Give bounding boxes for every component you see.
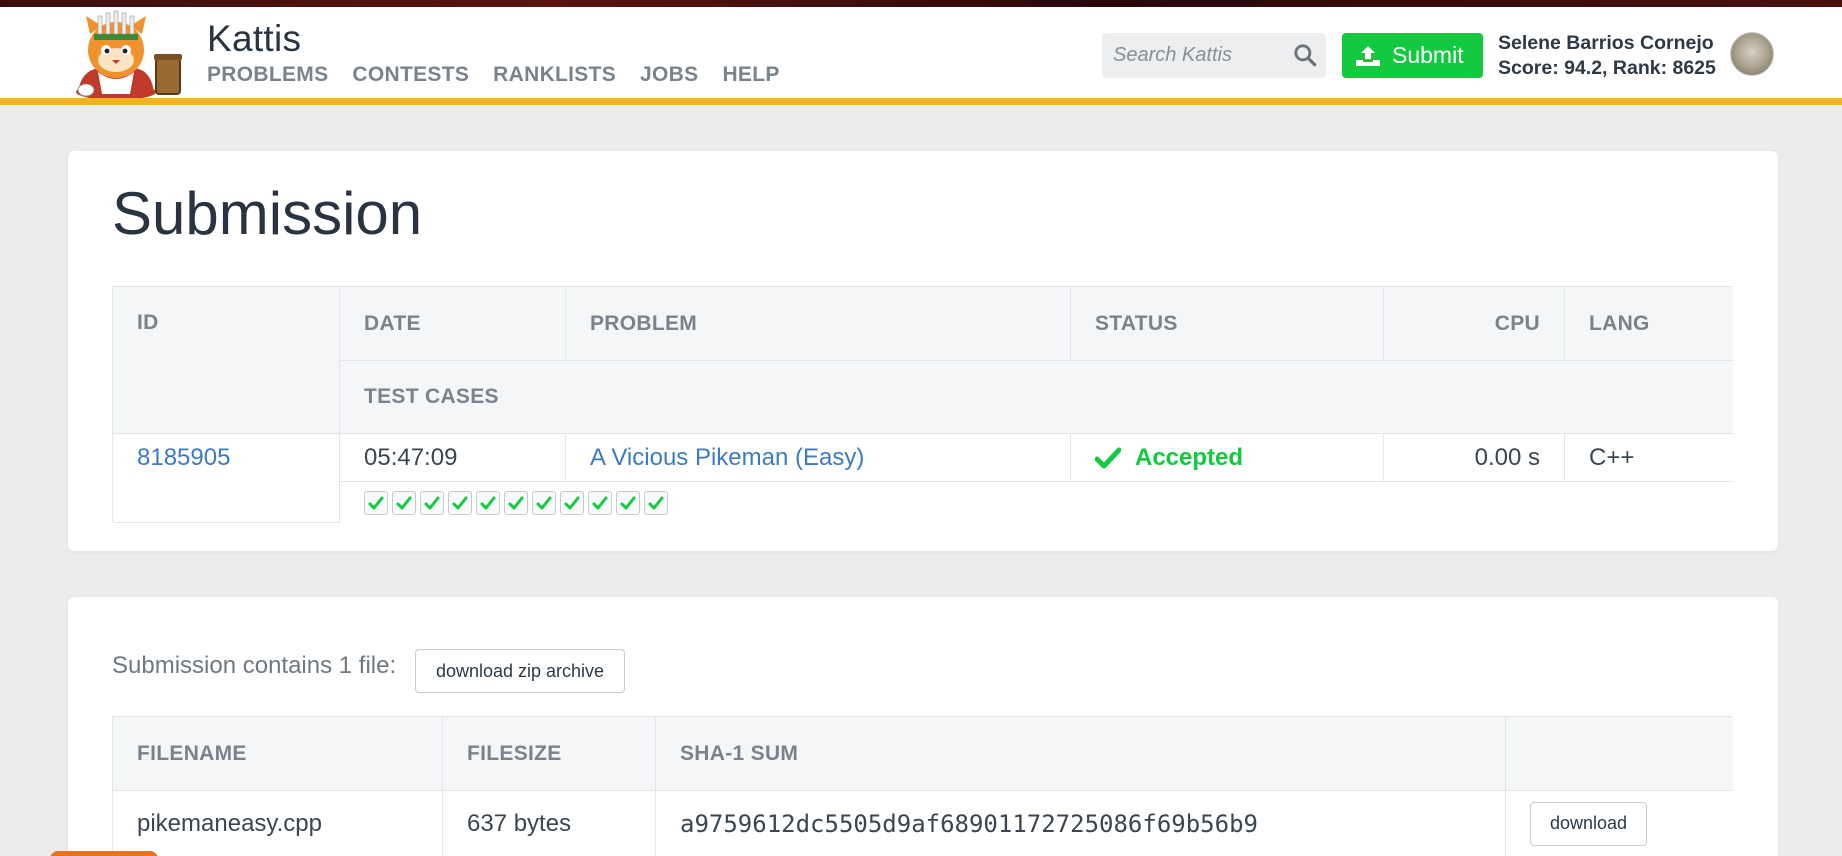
test-case-passed-icon[interactable] — [448, 490, 472, 515]
submit-label: Submit — [1392, 42, 1464, 68]
file-actions: download — [1506, 791, 1733, 856]
test-case-passed-icon[interactable] — [476, 490, 500, 515]
col-header-id: ID — [113, 287, 340, 434]
brand-name[interactable]: Kattis — [207, 18, 301, 60]
col-header-date: DATE — [340, 287, 566, 361]
submission-lang: C++ — [1565, 434, 1733, 482]
col-header-cpu: CPU — [1384, 287, 1565, 361]
file-sha1: a9759612dc5505d9af68901172725086f69b56b9 — [656, 791, 1506, 856]
files-count-label: Submission contains 1 file: — [112, 652, 397, 679]
test-case-passed-icon[interactable] — [616, 490, 640, 515]
col-header-sha1: SHA-1 SUM — [656, 717, 1506, 791]
navbar-accent-line — [0, 98, 1842, 105]
top-decorative-strip — [0, 0, 1842, 7]
col-header-test-cases: TEST CASES — [340, 361, 1733, 434]
search-box — [1102, 33, 1326, 78]
submission-status-cell: Accepted — [1071, 434, 1384, 482]
files-table: FILENAME FILESIZE SHA-1 SUM pikemaneasy.… — [112, 716, 1733, 856]
nav-jobs[interactable]: JOBS — [640, 63, 698, 87]
user-stats: Score: 94.2, Rank: 8625 — [1498, 57, 1716, 79]
test-case-passed-icon[interactable] — [532, 490, 556, 515]
search-input[interactable] — [1102, 33, 1286, 78]
avatar[interactable] — [1730, 32, 1774, 76]
col-header-filesize: FILESIZE — [443, 717, 656, 791]
col-header-filename: FILENAME — [113, 717, 443, 791]
nav-contests[interactable]: CONTESTS — [352, 63, 469, 87]
nav-ranklists[interactable]: RANKLISTS — [493, 63, 616, 87]
main-nav: PROBLEMS CONTESTS RANKLISTS JOBS HELP — [207, 63, 780, 87]
feedback-tab[interactable] — [50, 851, 158, 856]
user-info[interactable]: Selene Barrios Cornejo Score: 94.2, Rank… — [1498, 31, 1716, 81]
status-label: Accepted — [1135, 443, 1244, 471]
nav-help[interactable]: HELP — [722, 63, 779, 87]
test-case-passed-icon[interactable] — [644, 490, 668, 515]
submission-cpu: 0.00 s — [1384, 434, 1565, 482]
nav-problems[interactable]: PROBLEMS — [207, 63, 328, 87]
col-header-lang: LANG — [1565, 287, 1733, 361]
col-header-problem: PROBLEM — [566, 287, 1071, 361]
col-header-actions — [1506, 717, 1733, 791]
kattis-logo[interactable] — [70, 10, 188, 98]
user-name: Selene Barrios Cornejo — [1498, 32, 1714, 54]
test-case-passed-icon[interactable] — [560, 490, 584, 515]
submission-problem-cell: A Vicious Pikeman (Easy) — [566, 434, 1071, 482]
problem-link[interactable]: A Vicious Pikeman (Easy) — [590, 444, 864, 472]
test-case-passed-icon[interactable] — [392, 490, 416, 515]
download-zip-button[interactable]: download zip archive — [415, 649, 625, 693]
submission-date: 05:47:09 — [340, 434, 566, 482]
test-case-passed-icon[interactable] — [504, 490, 528, 515]
status-accepted: Accepted — [1095, 444, 1243, 472]
test-case-passed-icon[interactable] — [588, 490, 612, 515]
check-icon — [1095, 447, 1121, 468]
submission-card: Submission ID DATE PROBLEM STATUS CPU LA… — [68, 151, 1778, 551]
page-title: Submission — [112, 180, 423, 247]
file-name: pikemaneasy.cpp — [113, 791, 443, 856]
test-case-passed-icon[interactable] — [420, 490, 444, 515]
col-header-status: STATUS — [1071, 287, 1384, 361]
file-size: 637 bytes — [443, 791, 656, 856]
test-case-passed-icon[interactable] — [364, 490, 388, 515]
submission-table: ID DATE PROBLEM STATUS CPU LANG TEST CAS… — [112, 286, 1733, 523]
files-card: Submission contains 1 file: download zip… — [68, 597, 1778, 856]
download-file-button[interactable]: download — [1530, 801, 1647, 846]
search-icon[interactable] — [1292, 42, 1318, 68]
test-cases-cell — [340, 482, 1733, 523]
submission-id-link: 8185905 — [113, 434, 340, 523]
test-case-list — [364, 490, 668, 515]
submit-button[interactable]: Submit — [1342, 33, 1483, 78]
submission-id[interactable]: 8185905 — [137, 444, 230, 472]
upload-icon — [1356, 45, 1380, 66]
